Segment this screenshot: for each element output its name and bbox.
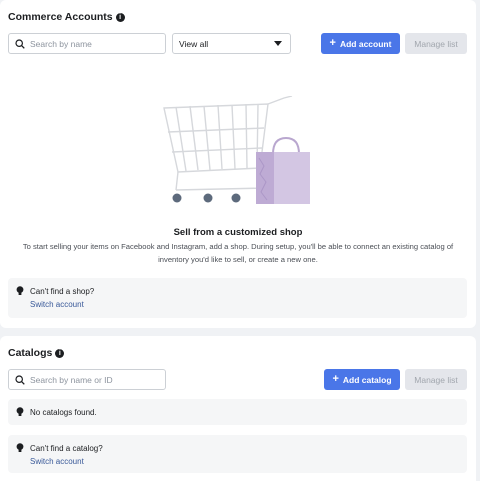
manage-catalogs-button[interactable]: Manage list: [405, 369, 467, 390]
cart-wheel: [231, 193, 241, 203]
switch-account-link[interactable]: Switch account: [30, 457, 84, 466]
catalogs-title: Catalogs: [8, 347, 53, 359]
empty-state-description: To start selling your items on Facebook …: [22, 242, 454, 264]
catalog-search-field[interactable]: [8, 369, 166, 390]
lightbulb-icon: [16, 286, 24, 295]
commerce-search-field[interactable]: [8, 33, 166, 54]
catalog-help-text: Can't find a catalog?: [30, 443, 103, 453]
commerce-accounts-title: Commerce Accounts: [8, 11, 113, 23]
view-filter-value: View all: [179, 38, 209, 49]
manage-catalogs-label: Manage list: [414, 374, 458, 385]
shopping-bag-icon: [256, 136, 310, 204]
lightbulb-icon: [16, 443, 24, 452]
catalog-help-line: Can't find a catalog?: [16, 443, 103, 453]
catalogs-heading: Catalogs i: [8, 347, 65, 359]
shopping-cart-icon: [163, 96, 310, 204]
add-account-button[interactable]: + Add account: [321, 33, 400, 54]
cart-wheel: [203, 193, 213, 203]
manage-accounts-button[interactable]: Manage list: [405, 33, 467, 54]
cart-wheel: [172, 193, 182, 203]
manage-accounts-label: Manage list: [414, 38, 458, 49]
no-catalogs-line: No catalogs found.: [16, 407, 97, 417]
info-icon[interactable]: i: [55, 348, 65, 358]
add-catalog-label: Add catalog: [342, 374, 392, 385]
add-catalog-button[interactable]: + Add catalog: [324, 369, 400, 390]
plus-icon: +: [332, 373, 339, 385]
catalog-help-box: Can't find a catalog? Switch account: [8, 435, 467, 473]
catalog-search-input[interactable]: [30, 374, 150, 385]
add-account-label: Add account: [339, 38, 392, 49]
view-filter-select[interactable]: View all: [172, 33, 291, 54]
commerce-accounts-heading: Commerce Accounts i: [8, 11, 125, 23]
shop-help-line: Can't find a shop?: [16, 286, 94, 296]
shop-help-text: Can't find a shop?: [30, 286, 95, 296]
search-icon: [15, 374, 25, 385]
empty-state-title: Sell from a customized shop: [173, 227, 303, 238]
lightbulb-icon: [16, 407, 24, 416]
commerce-search-input[interactable]: [30, 38, 150, 49]
no-catalogs-text: No catalogs found.: [30, 407, 97, 417]
search-icon: [15, 38, 25, 49]
shop-help-box: Can't find a shop? Switch account: [8, 278, 467, 318]
no-catalogs-box: No catalogs found.: [8, 399, 467, 425]
commerce-accounts-card: Commerce Accounts i View all + Add accou…: [0, 0, 476, 328]
info-icon[interactable]: i: [115, 12, 125, 22]
chevron-down-icon: [274, 41, 282, 46]
plus-icon: +: [329, 37, 336, 49]
catalogs-card: Catalogs i + Add catalog Manage list No …: [0, 336, 476, 481]
switch-account-link[interactable]: Switch account: [30, 300, 84, 309]
